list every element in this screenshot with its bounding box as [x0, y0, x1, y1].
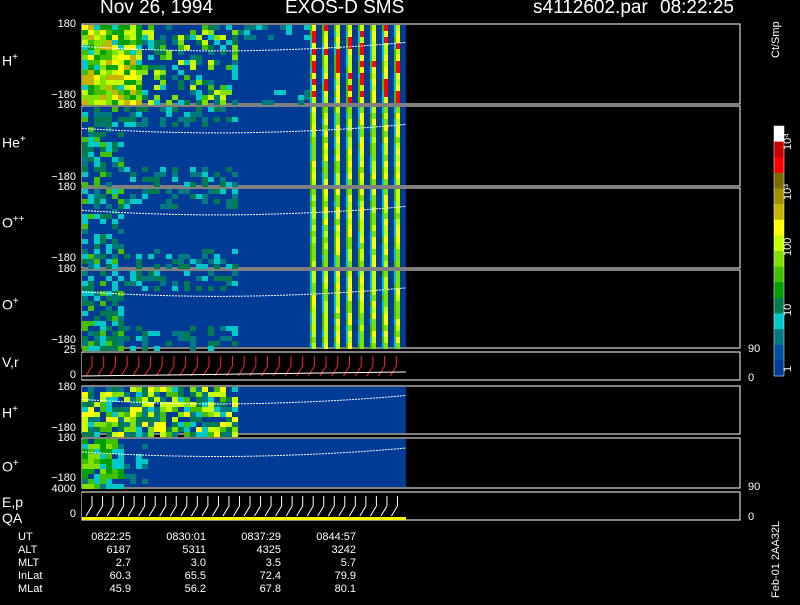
- rtick-p5-bottom: 0: [748, 372, 755, 384]
- row-label: MLT: [18, 557, 40, 569]
- rtick-p5-top: 90: [748, 343, 761, 355]
- qa-bar: [82, 517, 406, 520]
- cell: 2.7: [115, 557, 131, 569]
- colorbar-segment: [774, 219, 784, 236]
- row-label: ALT: [18, 544, 38, 556]
- colorbar-label-1e4: 10⁴: [782, 133, 794, 150]
- tick-p5-bottom: 0: [69, 369, 76, 381]
- label-vr: V,r: [2, 354, 19, 370]
- cell: 3.0: [190, 557, 206, 569]
- colorbar-label-100: 100: [782, 237, 794, 256]
- header-time: 08:22:25: [660, 0, 734, 18]
- cell: 0837:29: [241, 531, 281, 543]
- cell: 0822:25: [91, 531, 131, 543]
- label-o-plus-1: O+: [2, 296, 19, 313]
- tick-p5-top: 25: [63, 344, 76, 356]
- orbit-table: UT 0822:25 0830:01 0837:29 0844:57 ALT 6…: [18, 531, 358, 596]
- label-ep: E,p: [2, 494, 24, 510]
- colorbar-segment: [774, 282, 784, 299]
- cell: 72.4: [259, 570, 281, 582]
- tick-p4-top: 180: [57, 263, 76, 275]
- cell: 0844:57: [316, 531, 356, 543]
- label-o-plus-plus: O++: [2, 214, 25, 231]
- colorbar-segment: [774, 266, 784, 283]
- cell: 3242: [331, 544, 356, 556]
- tick-p8-bottom: 0: [69, 508, 76, 520]
- tick-p1-top: 180: [57, 18, 76, 30]
- tick-p3-top: 180: [57, 181, 76, 193]
- colorbar-label-1e3: 10³: [782, 184, 794, 200]
- tick-p7-top: 180: [57, 432, 76, 444]
- label-he-plus: He+: [2, 134, 26, 151]
- colorbar-segment: [774, 329, 784, 346]
- table-row: UT 0822:25 0830:01 0837:29 0844:57: [18, 531, 358, 544]
- cell: 4325: [256, 544, 281, 556]
- row-label: UT: [18, 531, 33, 543]
- cell: 0830:01: [166, 531, 206, 543]
- colorbar-label-1: 1: [782, 365, 794, 372]
- cell: 65.5: [184, 570, 206, 582]
- table-row: ALT 6187 5311 4325 3242: [18, 544, 358, 557]
- cell: 5311: [182, 544, 206, 556]
- colorbar-segment: [774, 157, 784, 174]
- cell: 60.3: [109, 570, 131, 582]
- colorbar-unit: Ct/Smp: [770, 21, 782, 58]
- cell: 6187: [106, 544, 131, 556]
- cell: 56.2: [184, 583, 206, 595]
- cell: 5.7: [340, 557, 356, 569]
- cell: 80.1: [334, 583, 356, 595]
- cell: 79.9: [334, 570, 356, 582]
- colorbar-segment: [774, 344, 784, 361]
- tick-p8-top: 4000: [51, 483, 76, 495]
- rtick-p8-top: 90: [748, 481, 761, 493]
- table-row: MLat 45.9 56.2 67.8 80.1: [18, 583, 358, 596]
- cell: 3.5: [265, 557, 281, 569]
- cell: 45.9: [109, 583, 131, 595]
- spectrogram-plot: [81, 23, 785, 521]
- colorbar-segment: [774, 204, 784, 221]
- footer-id: Feb-01 2AA32L: [770, 520, 782, 598]
- cell: 67.8: [259, 583, 281, 595]
- table-row: InLat 60.3 65.5 72.4 79.9: [18, 570, 358, 583]
- colorbar-label-10: 10: [782, 303, 794, 316]
- label-h-plus-2: H+: [2, 404, 18, 421]
- header-instrument: EXOS-D SMS: [285, 0, 405, 18]
- tick-p6-top: 180: [57, 381, 76, 393]
- rtick-p8-bottom: 0: [748, 511, 755, 523]
- chart-stage: Nov 26, 1994 EXOS-D SMS s4112602.par 08:…: [0, 0, 800, 600]
- row-label: InLat: [18, 570, 43, 582]
- row-label: MLat: [18, 583, 43, 595]
- label-qa: QA: [2, 510, 23, 526]
- table-row: MLT 2.7 3.0 3.5 5.7: [18, 557, 358, 570]
- header-date: Nov 26, 1994: [100, 0, 214, 18]
- label-o-plus-2: O+: [2, 458, 19, 475]
- tick-p2-top: 180: [57, 99, 76, 111]
- header-file: s4112602.par: [533, 0, 648, 18]
- label-h-plus-1: H+: [2, 52, 18, 69]
